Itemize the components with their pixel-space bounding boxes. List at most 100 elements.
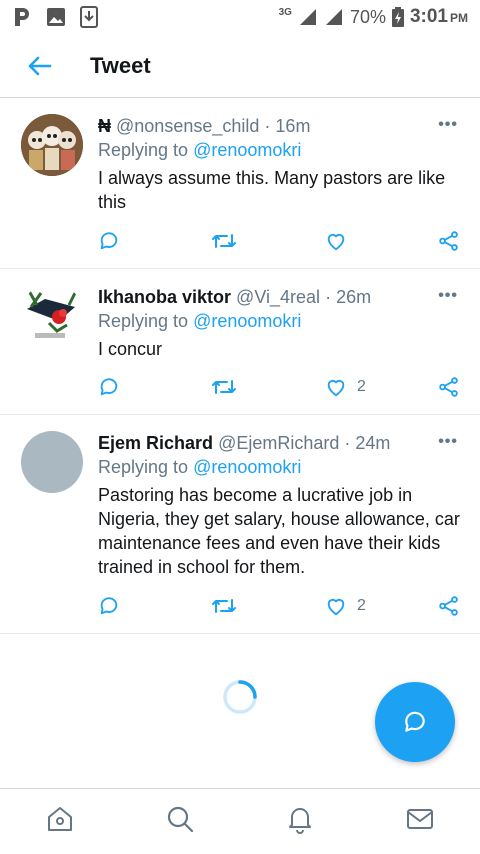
- tweet-meta: Ikhanoba viktor @Vi_4real · 26m: [98, 285, 460, 309]
- replying-to-link[interactable]: @renoomokri: [193, 457, 301, 477]
- more-icon: •••: [438, 433, 458, 450]
- nav-messages[interactable]: [405, 804, 435, 839]
- bottom-navigation: [0, 788, 480, 854]
- replying-to-link[interactable]: @renoomokri: [193, 311, 301, 331]
- compose-reply-icon: [405, 711, 425, 732]
- avatar[interactable]: [21, 114, 83, 176]
- avatar-image: [21, 283, 83, 345]
- share-button[interactable]: [438, 372, 460, 402]
- like-button[interactable]: [325, 226, 357, 256]
- share-icon: [439, 231, 458, 251]
- tweet-item[interactable]: ₦ @nonsense_child · 16m Replying to @ren…: [0, 98, 480, 269]
- battery-percent: 70%: [349, 6, 386, 27]
- search-icon: [167, 806, 194, 833]
- reply-button[interactable]: [98, 372, 120, 402]
- share-icon: [439, 596, 458, 616]
- like-icon: [327, 599, 345, 616]
- tweet-meta: ₦ @nonsense_child · 16m: [98, 114, 460, 138]
- reply-icon: [100, 378, 118, 396]
- tweet-item[interactable]: Ejem Richard @EjemRichard · 24m Replying…: [0, 415, 480, 634]
- like-icon: [327, 234, 345, 251]
- tweet-time: 16m: [275, 116, 311, 136]
- network-type: 3G: [278, 6, 292, 18]
- tweet-content: Ikhanoba viktor @Vi_4real · 26m Replying…: [98, 285, 460, 361]
- tweet-time: 26m: [336, 287, 372, 307]
- avatar[interactable]: [21, 283, 83, 345]
- replying-to: Replying to @renoomokri: [98, 309, 460, 335]
- more-options-button[interactable]: •••: [438, 433, 458, 451]
- replying-to-label: Replying to: [98, 457, 189, 477]
- clock-ampm: PM: [450, 11, 468, 25]
- reply-button[interactable]: [98, 591, 120, 621]
- nav-home[interactable]: [45, 804, 75, 839]
- user-handle[interactable]: @EjemRichard: [218, 433, 339, 453]
- tweet-actions: [98, 226, 464, 256]
- notifications-icon: [289, 808, 311, 834]
- home-icon: [48, 807, 72, 831]
- status-bar: 3G 70% 3:01 PM: [0, 0, 480, 34]
- user-handle[interactable]: @Vi_4real: [236, 287, 320, 307]
- replying-to-link[interactable]: @renoomokri: [193, 140, 301, 160]
- signal-icon-2: [325, 9, 342, 25]
- retweet-button[interactable]: [211, 591, 237, 621]
- retweet-button[interactable]: [211, 372, 237, 402]
- retweet-icon: [212, 234, 236, 248]
- tweet-text: Pastoring has become a lucrative job in …: [98, 485, 460, 577]
- more-icon: •••: [438, 287, 458, 304]
- more-icon: •••: [438, 116, 458, 133]
- retweet-button[interactable]: [211, 226, 237, 256]
- more-options-button[interactable]: •••: [438, 287, 458, 305]
- page-title: Tweet: [90, 52, 151, 78]
- reply-icon: [100, 597, 118, 615]
- retweet-icon: [212, 599, 236, 613]
- more-options-button[interactable]: •••: [438, 116, 458, 134]
- display-name[interactable]: ₦: [98, 116, 111, 136]
- avatar-image: [21, 114, 83, 176]
- share-button[interactable]: [438, 591, 460, 621]
- separator: ·: [264, 116, 271, 136]
- like-button[interactable]: 2: [325, 372, 366, 402]
- tweet-text: I always assume this. Many pastors are l…: [98, 168, 446, 212]
- like-count: 2: [357, 378, 366, 395]
- tweet-actions: 2: [98, 591, 464, 621]
- share-icon: [439, 377, 458, 397]
- replying-to-label: Replying to: [98, 311, 189, 331]
- compose-reply-button[interactable]: [375, 682, 455, 762]
- like-button[interactable]: 2: [325, 591, 366, 621]
- tweet-actions: 2: [98, 372, 464, 402]
- replying-to-label: Replying to: [98, 140, 189, 160]
- gallery-icon: [47, 8, 65, 26]
- tweet-text: I concur: [98, 339, 163, 359]
- reply-button[interactable]: [98, 226, 120, 256]
- back-arrow-icon: [28, 56, 52, 75]
- clock-time: 3:01: [409, 6, 448, 27]
- replying-to: Replying to @renoomokri: [98, 455, 460, 481]
- retweet-icon: [212, 380, 236, 394]
- tweet-item[interactable]: Ikhanoba viktor @Vi_4real · 26m Replying…: [0, 269, 480, 415]
- replying-to: Replying to @renoomokri: [98, 138, 460, 164]
- share-button[interactable]: [438, 226, 460, 256]
- user-handle[interactable]: @nonsense_child: [116, 116, 259, 136]
- nav-search[interactable]: [165, 804, 195, 839]
- avatar[interactable]: [21, 431, 83, 493]
- clock: 3:01 PM: [410, 6, 468, 28]
- separator: ·: [344, 433, 351, 453]
- display-name[interactable]: Ikhanoba viktor: [98, 287, 231, 307]
- reply-icon: [100, 232, 118, 250]
- download-icon: [80, 6, 98, 28]
- battery-icon: [391, 7, 404, 27]
- like-count: 2: [357, 597, 366, 614]
- p-app-icon: [15, 8, 29, 26]
- tweet-time: 24m: [355, 433, 391, 453]
- like-icon: [327, 380, 345, 397]
- tweet-meta: Ejem Richard @EjemRichard · 24m: [98, 431, 460, 455]
- loading-spinner-icon: [223, 680, 257, 714]
- back-button[interactable]: [0, 34, 78, 97]
- nav-notifications[interactable]: [285, 804, 315, 839]
- top-app-bar: Tweet: [0, 34, 480, 98]
- display-name[interactable]: Ejem Richard: [98, 433, 213, 453]
- separator: ·: [325, 287, 332, 307]
- tweet-content: Ejem Richard @EjemRichard · 24m Replying…: [98, 431, 460, 579]
- tweet-content: ₦ @nonsense_child · 16m Replying to @ren…: [98, 114, 460, 214]
- signal-icon-1: [299, 9, 316, 25]
